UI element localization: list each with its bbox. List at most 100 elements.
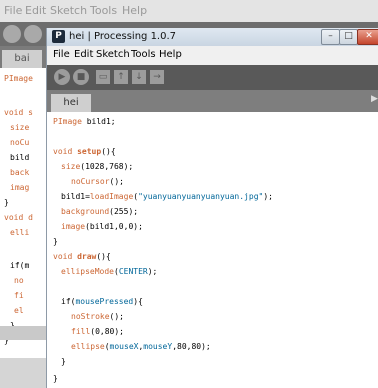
run-icon[interactable]: ▶ — [54, 69, 70, 85]
function-keyword: ellipseMode — [61, 267, 114, 276]
background-editor: PImage void s size noCu bild back imag }… — [0, 68, 46, 358]
code-line: fill(0,80); — [71, 327, 124, 336]
function-name: setup — [77, 147, 102, 156]
code-line: noCursor(); — [71, 177, 124, 186]
bg-code-line: noCu — [10, 138, 30, 147]
code-line: void setup(){ — [53, 147, 116, 156]
bg-menu-sketch[interactable]: Sketch — [50, 4, 87, 17]
code-token: (); — [109, 177, 124, 186]
function-keyword: size — [61, 162, 81, 171]
code-token: ); — [147, 267, 158, 276]
bg-stop-icon[interactable] — [24, 25, 42, 43]
code-line: } — [53, 374, 58, 383]
code-line: } — [61, 357, 66, 366]
code-token: ){ — [133, 297, 143, 306]
code-token: bild1= — [61, 192, 90, 201]
bg-code-line: no — [14, 276, 24, 285]
function-keyword: background — [61, 207, 110, 216]
menubar: File Edit Sketch Tools Help — [47, 46, 378, 65]
code-line: } — [53, 237, 58, 246]
code-token: (bild1,0,0); — [85, 222, 143, 231]
bg-status-area — [0, 358, 46, 388]
constant: mouseY — [143, 342, 173, 351]
bg-code-line: back — [10, 168, 30, 177]
window-title: hei | Processing 1.0.7 — [69, 31, 177, 42]
code-editor[interactable]: PImage bild1; void setup(){ size(1028,76… — [47, 112, 378, 388]
bg-code-line: elli — [10, 228, 30, 237]
function-keyword: ellipse — [71, 342, 105, 351]
bg-run-icon[interactable] — [3, 25, 21, 43]
export-icon[interactable]: → — [150, 70, 164, 84]
bg-code-line: el — [14, 306, 24, 315]
maximize-button[interactable]: □ — [339, 29, 358, 45]
constant: mouseX — [109, 342, 139, 351]
code-token: (); — [109, 312, 124, 321]
function-keyword: loadImage — [89, 192, 134, 201]
bg-code-line: } — [4, 198, 9, 207]
bg-menu-help[interactable]: Help — [122, 4, 147, 17]
window-titlebar[interactable]: P hei | Processing 1.0.7 – □ ✕ — [47, 28, 378, 46]
tab-hei[interactable]: hei — [51, 94, 91, 112]
constant: mousePressed — [75, 297, 134, 306]
code-line: size(1028,768); — [61, 162, 133, 171]
code-token: bild1; — [81, 117, 116, 126]
minimize-icon: – — [328, 31, 333, 41]
code-line: noStroke(); — [71, 312, 124, 321]
string-literal: "yuanyuanyuanyuanyuan.jpg" — [138, 192, 264, 201]
code-line: ellipse(mouseX,mouseY,80,80); — [71, 342, 211, 351]
code-token: (){ — [101, 147, 116, 156]
code-line: background(255); — [61, 207, 138, 216]
type-keyword: PImage — [53, 117, 82, 126]
bg-code-line: imag — [10, 183, 30, 192]
toolbar: ▶ ■ ▭ ↑ ↓ → — [47, 65, 378, 90]
constant: CENTER — [118, 267, 148, 276]
bg-code-line: if(m — [10, 261, 30, 270]
open-icon[interactable]: ↑ — [114, 70, 128, 84]
code-line: image(bild1,0,0); — [61, 222, 143, 231]
close-icon: ✕ — [365, 31, 373, 41]
code-token: (255); — [109, 207, 139, 216]
code-token: (){ — [96, 252, 111, 261]
bg-tab[interactable]: bai — [2, 50, 42, 68]
function-keyword: fill — [71, 327, 91, 336]
function-name: draw — [77, 252, 97, 261]
maximize-icon: □ — [344, 31, 353, 41]
tabbar: hei ▶ — [47, 90, 378, 112]
code-token: ); — [263, 192, 273, 201]
bg-menu-edit[interactable]: Edit — [25, 4, 46, 17]
function-keyword: noStroke — [71, 312, 110, 321]
code-line: PImage bild1; — [53, 117, 116, 126]
code-line: bild1=loadImage("yuanyuanyuanyuanyuan.jp… — [61, 192, 273, 201]
bg-code-line: size — [10, 123, 30, 132]
menu-file[interactable]: File — [53, 49, 70, 60]
bg-code-line: fi — [14, 291, 24, 300]
bg-horizontal-scrollbar[interactable] — [0, 326, 46, 340]
new-icon[interactable]: ▭ — [96, 70, 110, 84]
minimize-button[interactable]: – — [321, 29, 340, 45]
stop-icon[interactable]: ■ — [73, 69, 89, 85]
function-keyword: image — [61, 222, 86, 231]
code-line: if(mousePressed){ — [61, 297, 143, 306]
bg-menu-file[interactable]: File — [4, 4, 22, 17]
save-icon[interactable]: ↓ — [132, 70, 146, 84]
code-token: (0,80); — [90, 327, 124, 336]
bg-code-line: void s — [4, 108, 33, 117]
processing-window: P hei | Processing 1.0.7 – □ ✕ File Edit… — [46, 28, 378, 388]
menu-sketch[interactable]: Sketch — [96, 49, 130, 60]
bg-code-line: bild — [10, 153, 30, 162]
bg-menu-tools[interactable]: Tools — [90, 4, 117, 17]
bg-code-line: PImage — [4, 74, 33, 83]
function-keyword: noCursor — [71, 177, 110, 186]
close-button[interactable]: ✕ — [357, 29, 378, 45]
menu-tools[interactable]: Tools — [131, 49, 156, 60]
code-token: ,80,80); — [172, 342, 211, 351]
menu-help[interactable]: Help — [159, 49, 182, 60]
code-line: void draw(){ — [53, 252, 111, 261]
menu-edit[interactable]: Edit — [74, 49, 93, 60]
code-token: if( — [61, 297, 76, 306]
processing-app-icon: P — [52, 30, 65, 43]
code-token: (1028,768); — [80, 162, 134, 171]
tab-menu-arrow-icon[interactable]: ▶ — [371, 94, 378, 106]
code-line: ellipseMode(CENTER); — [61, 267, 157, 276]
type-keyword: void — [53, 252, 78, 261]
